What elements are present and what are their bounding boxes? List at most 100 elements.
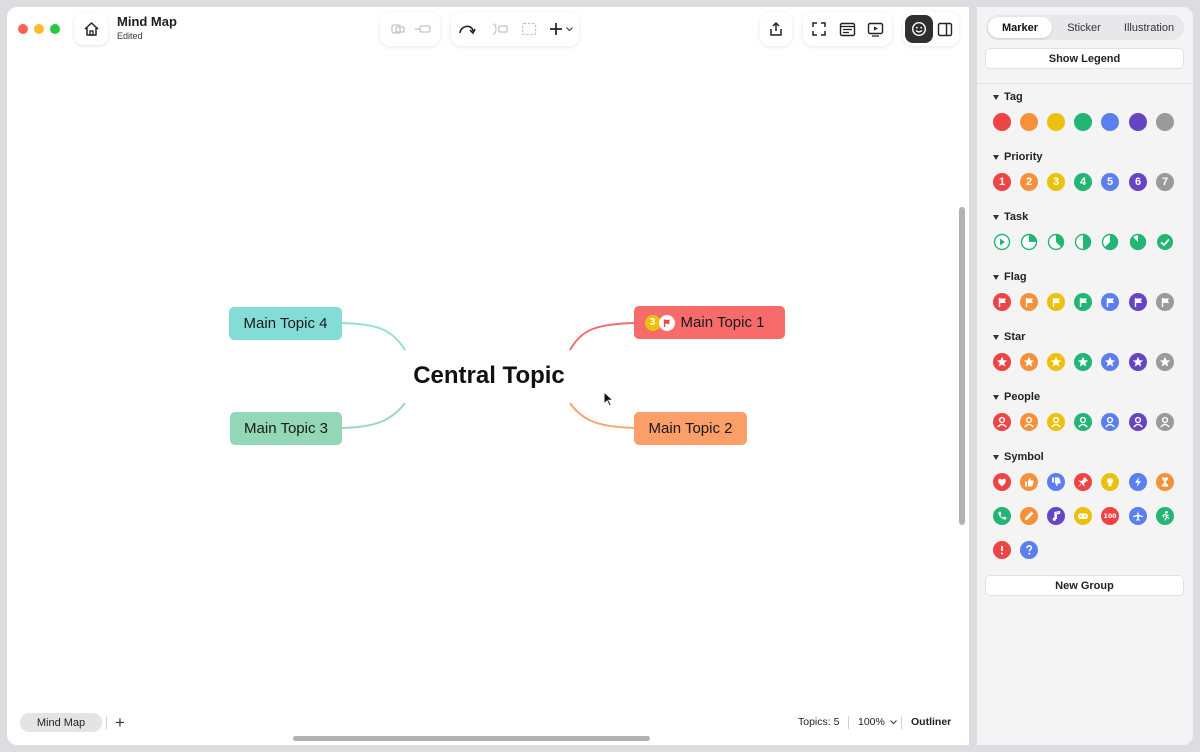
people-icon[interactable] <box>1020 413 1038 431</box>
star-icon[interactable] <box>1047 353 1065 371</box>
heart-icon[interactable] <box>993 473 1011 491</box>
central-topic[interactable]: Central Topic <box>406 359 572 393</box>
people-icon[interactable] <box>1074 413 1092 431</box>
tag-color-icon[interactable] <box>1074 113 1092 131</box>
tab-illustration[interactable]: Illustration <box>1116 17 1182 38</box>
vertical-scrollbar[interactable] <box>959 207 965 525</box>
tab-sticker[interactable]: Sticker <box>1052 17 1116 38</box>
flag-marker-icon[interactable] <box>658 314 675 331</box>
star-icon[interactable] <box>1020 353 1038 371</box>
marker-panel: Marker Sticker Illustration Show Legend … <box>977 7 1193 745</box>
section-task-header[interactable]: Task <box>993 211 1028 223</box>
tag-color-icon[interactable] <box>1129 113 1147 131</box>
section-title: Flag <box>1004 271 1027 283</box>
task-progress-1-icon[interactable] <box>1020 233 1038 251</box>
zoom-control[interactable]: 100% <box>858 716 898 728</box>
tag-color-icon[interactable] <box>1156 113 1174 131</box>
task-progress-4-icon[interactable] <box>1101 233 1119 251</box>
people-icon[interactable] <box>1101 413 1119 431</box>
tag-color-icon[interactable] <box>993 113 1011 131</box>
star-icon[interactable] <box>1129 353 1147 371</box>
main-topic-2[interactable]: Main Topic 2 <box>634 412 747 445</box>
section-tag-header[interactable]: Tag <box>993 91 1023 103</box>
priority-4-icon[interactable]: 4 <box>1074 173 1092 191</box>
disclosure-triangle-icon <box>993 394 999 400</box>
sheet-tab[interactable]: Mind Map <box>20 713 102 732</box>
hourglass-icon[interactable] <box>1156 473 1174 491</box>
priority-5-icon[interactable]: 5 <box>1101 173 1119 191</box>
section-people-header[interactable]: People <box>993 391 1040 403</box>
flag-icon[interactable] <box>1074 293 1092 311</box>
task-progress-0-icon[interactable] <box>993 233 1011 251</box>
main-topic-3[interactable]: Main Topic 3 <box>230 412 342 445</box>
topic-label: Main Topic 4 <box>243 315 328 332</box>
running-person-icon[interactable] <box>1156 507 1174 525</box>
flag-icon[interactable] <box>1156 293 1174 311</box>
gamepad-icon[interactable] <box>1074 507 1092 525</box>
main-topic-1[interactable]: 3 Main Topic 1 <box>634 306 785 339</box>
question-icon[interactable] <box>1020 541 1038 559</box>
horizontal-scrollbar[interactable] <box>293 736 650 741</box>
priority-2-icon[interactable]: 2 <box>1020 173 1038 191</box>
priority-1-icon[interactable]: 1 <box>993 173 1011 191</box>
task-progress-2-icon[interactable] <box>1047 233 1065 251</box>
panel-divider <box>977 83 1193 84</box>
exclamation-icon[interactable] <box>993 541 1011 559</box>
airplane-icon[interactable] <box>1129 507 1147 525</box>
section-title: People <box>1004 391 1041 403</box>
thumbs-down-icon[interactable] <box>1047 473 1065 491</box>
branch-line-4 <box>341 322 406 351</box>
tag-color-icon[interactable] <box>1101 113 1119 131</box>
pencil-icon[interactable] <box>1020 507 1038 525</box>
task-progress-6-icon[interactable] <box>1156 233 1174 251</box>
star-icon[interactable] <box>1101 353 1119 371</box>
flag-icon[interactable] <box>1101 293 1119 311</box>
disclosure-triangle-icon <box>993 214 999 220</box>
section-priority-header[interactable]: Priority <box>993 151 1043 163</box>
zoom-level: 100% <box>858 716 885 728</box>
star-icon[interactable] <box>1074 353 1092 371</box>
section-title: Star <box>1004 331 1026 343</box>
section-title: Priority <box>1004 151 1043 163</box>
section-title: Task <box>1004 211 1029 223</box>
priority-6-icon[interactable]: 6 <box>1129 173 1147 191</box>
section-title: Tag <box>1004 91 1023 103</box>
disclosure-triangle-icon <box>993 454 999 460</box>
lightbulb-icon[interactable] <box>1101 473 1119 491</box>
tag-color-icon[interactable] <box>1047 113 1065 131</box>
people-icon[interactable] <box>1047 413 1065 431</box>
new-group-button[interactable]: New Group <box>985 575 1184 596</box>
main-window: Mind Map Edited Central Topic 3 Main Top… <box>7 7 969 745</box>
flag-icon[interactable] <box>993 293 1011 311</box>
section-star-header[interactable]: Star <box>993 331 1025 343</box>
outliner-button[interactable]: Outliner <box>911 716 951 728</box>
topic-markers: 3 <box>644 314 675 331</box>
star-icon[interactable] <box>993 353 1011 371</box>
priority-7-icon[interactable]: 7 <box>1156 173 1174 191</box>
section-flag-header[interactable]: Flag <box>993 271 1027 283</box>
show-legend-button[interactable]: Show Legend <box>985 48 1184 69</box>
priority-3-icon[interactable]: 3 <box>1047 173 1065 191</box>
lightning-icon[interactable] <box>1129 473 1147 491</box>
flag-icon[interactable] <box>1020 293 1038 311</box>
main-topic-4[interactable]: Main Topic 4 <box>229 307 342 340</box>
phone-icon[interactable] <box>993 507 1011 525</box>
thumbs-up-icon[interactable] <box>1020 473 1038 491</box>
add-sheet-button[interactable]: + <box>112 713 128 732</box>
tag-color-icon[interactable] <box>1020 113 1038 131</box>
star-icon[interactable] <box>1156 353 1174 371</box>
flag-icon[interactable] <box>1129 293 1147 311</box>
tab-marker[interactable]: Marker <box>988 17 1052 38</box>
people-icon[interactable] <box>1129 413 1147 431</box>
task-progress-5-icon[interactable] <box>1129 233 1147 251</box>
pin-icon[interactable] <box>1074 473 1092 491</box>
topics-count: Topics: 5 <box>798 716 840 728</box>
hundred-icon[interactable]: 100 <box>1101 507 1119 525</box>
section-title: Symbol <box>1004 451 1044 463</box>
music-note-icon[interactable] <box>1047 507 1065 525</box>
task-progress-3-icon[interactable] <box>1074 233 1092 251</box>
people-icon[interactable] <box>1156 413 1174 431</box>
people-icon[interactable] <box>993 413 1011 431</box>
section-symbol-header[interactable]: Symbol <box>993 451 1044 463</box>
flag-icon[interactable] <box>1047 293 1065 311</box>
